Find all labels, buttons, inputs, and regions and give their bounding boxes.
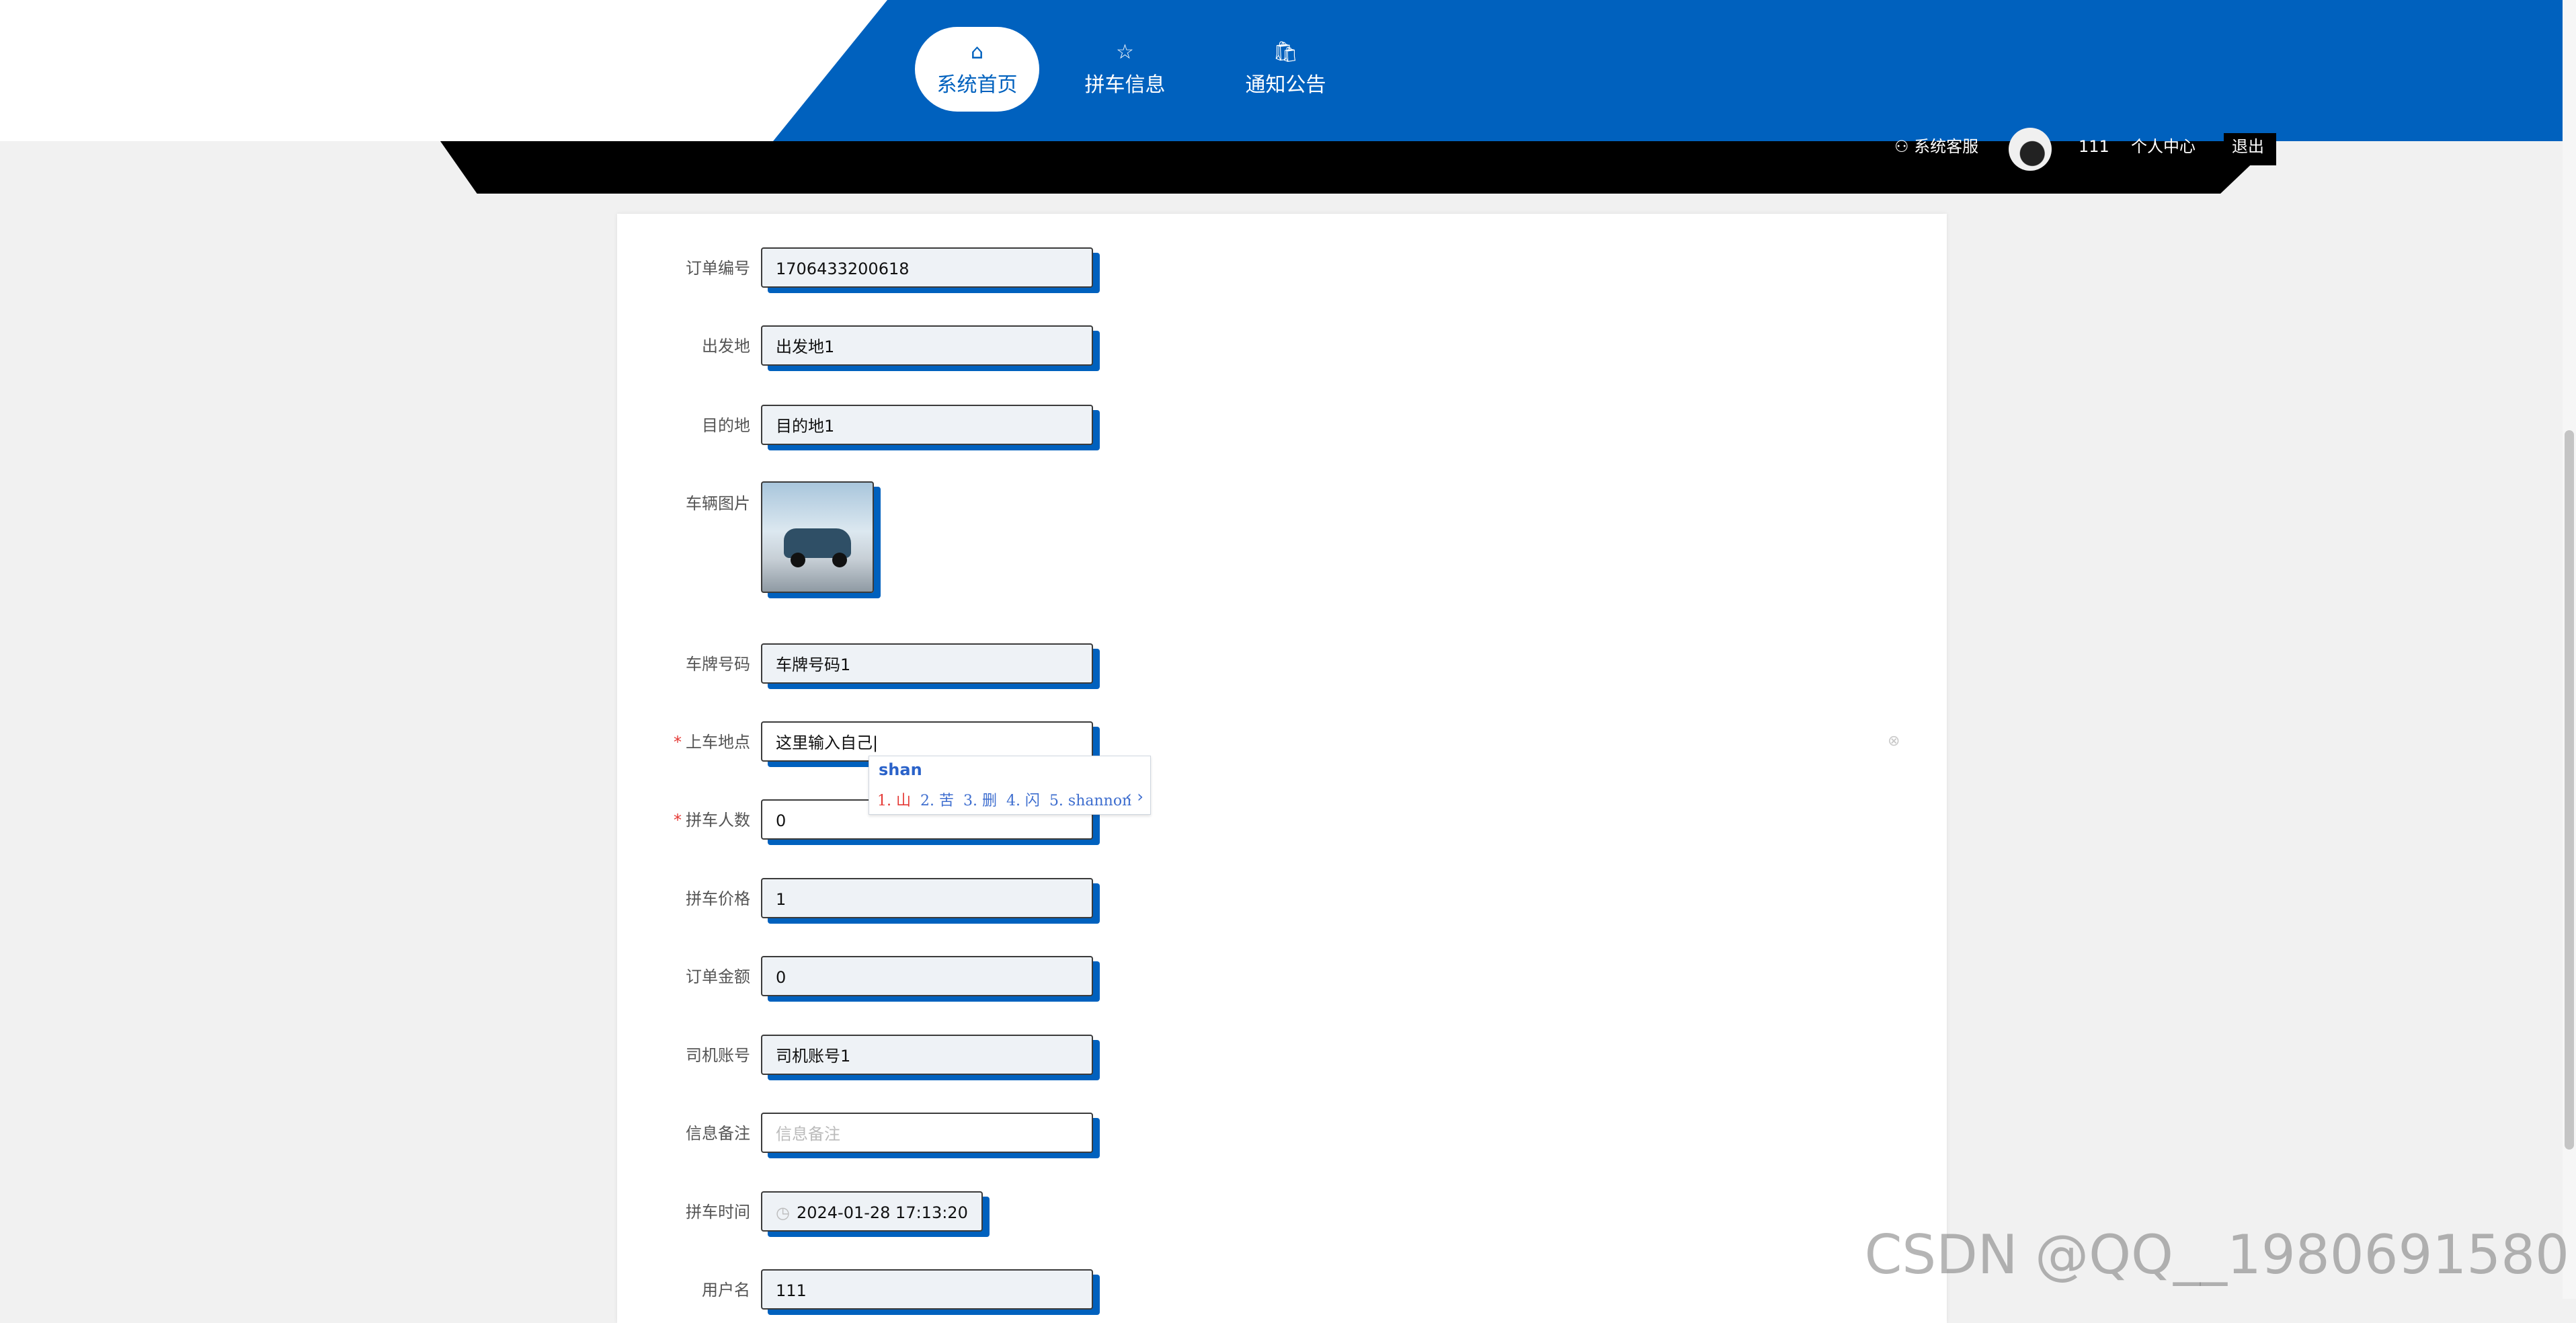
clock-icon: ◷ <box>776 1203 790 1222</box>
service-link[interactable]: ⚇ 系统客服 <box>1894 136 1978 157</box>
plate-field[interactable]: 车牌号码1 <box>761 643 1093 684</box>
remark-label: 信息备注 <box>686 1124 750 1143</box>
car-wheel <box>832 553 847 567</box>
home-icon: ⌂ <box>970 40 984 64</box>
ime-candidates[interactable]: 1. 山 2. 苦 3. 删 4. 闪 5. shannon <box>877 789 1131 810</box>
time-value: 2024-01-28 17:13:20 <box>796 1203 968 1222</box>
destination-label: 目的地 <box>702 416 750 435</box>
amount-label: 订单金额 <box>686 967 750 986</box>
user-bar <box>440 141 2276 194</box>
ime-candidate[interactable]: 1. 山 <box>877 793 911 809</box>
origin-label: 出发地 <box>702 337 750 356</box>
time-picker[interactable]: ◷ 2024-01-28 17:13:20 <box>761 1191 983 1232</box>
nav-notice[interactable]: 🛍 通知公告 <box>1230 27 1341 112</box>
remark-input[interactable]: 信息备注 <box>761 1113 1093 1153</box>
driver-field[interactable]: 司机账号1 <box>761 1035 1093 1075</box>
nav-notice-label: 通知公告 <box>1245 73 1326 97</box>
plate-label: 车牌号码 <box>686 655 750 674</box>
ime-page-arrows[interactable]: ‹ › <box>1125 787 1143 806</box>
ime-composition: shan <box>879 760 922 779</box>
price-field[interactable]: 1 <box>761 878 1093 918</box>
logout-button[interactable]: 退出 <box>2232 136 2264 157</box>
ime-candidate[interactable]: 2. 苦 <box>920 793 954 809</box>
pickup-value: 这里输入自己 <box>776 733 873 752</box>
ime-candidate[interactable]: 4. 闪 <box>1006 793 1040 809</box>
time-label: 拼车时间 <box>686 1203 750 1221</box>
header-nav-bar <box>773 0 2569 141</box>
required-mark: * <box>674 811 682 830</box>
pickup-label: * 上车地点 <box>674 732 750 752</box>
order-no-label: 订单编号 <box>686 259 750 278</box>
passengers-label-text: 拼车人数 <box>686 811 750 830</box>
car-image[interactable] <box>761 481 874 593</box>
ime-candidate[interactable]: 3. 删 <box>963 793 997 809</box>
order-form-card <box>617 214 1947 1323</box>
car-image-label: 车辆图片 <box>686 494 750 513</box>
pickup-label-text: 上车地点 <box>686 733 750 752</box>
username-field-label: 用户名 <box>702 1281 750 1299</box>
car-wheel <box>791 553 805 567</box>
avatar[interactable] <box>2009 128 2052 171</box>
nav-carpool-info[interactable]: ☆ 拼车信息 <box>1073 27 1177 112</box>
person-icon: ⚇ <box>1894 137 1909 156</box>
nav-home[interactable]: ⌂ 系统首页 <box>915 27 1039 112</box>
clear-icon[interactable]: ⊗ <box>1888 733 1900 750</box>
nav-home-label: 系统首页 <box>936 73 1018 97</box>
star-icon: ☆ <box>1116 40 1134 64</box>
passengers-label: * 拼车人数 <box>674 810 750 830</box>
username-field[interactable]: 111 <box>761 1269 1093 1310</box>
driver-label: 司机账号 <box>686 1046 750 1065</box>
bag-icon: 🛍 <box>1273 40 1299 64</box>
watermark: CSDN @QQ__1980691580 <box>1864 1224 2569 1286</box>
scrollbar-thumb[interactable] <box>2565 430 2574 1150</box>
remark-placeholder: 信息备注 <box>776 1125 840 1144</box>
origin-field[interactable]: 出发地1 <box>761 325 1093 366</box>
profile-link[interactable]: 个人中心 <box>2131 136 2196 157</box>
text-cursor: | <box>873 733 879 752</box>
nav-carpool-label: 拼车信息 <box>1084 73 1166 97</box>
ime-candidate[interactable]: 5. shannon <box>1049 793 1131 809</box>
ime-popup: shan 1. 山 2. 苦 3. 删 4. 闪 5. shannon ‹ › <box>869 756 1151 815</box>
username-label: 111 <box>2079 137 2109 156</box>
required-mark: * <box>674 733 682 752</box>
destination-field[interactable]: 目的地1 <box>761 405 1093 445</box>
price-label: 拼车价格 <box>686 889 750 908</box>
amount-field[interactable]: 0 <box>761 956 1093 996</box>
service-label: 系统客服 <box>1914 137 1979 156</box>
order-no-field[interactable]: 1706433200618 <box>761 247 1093 288</box>
